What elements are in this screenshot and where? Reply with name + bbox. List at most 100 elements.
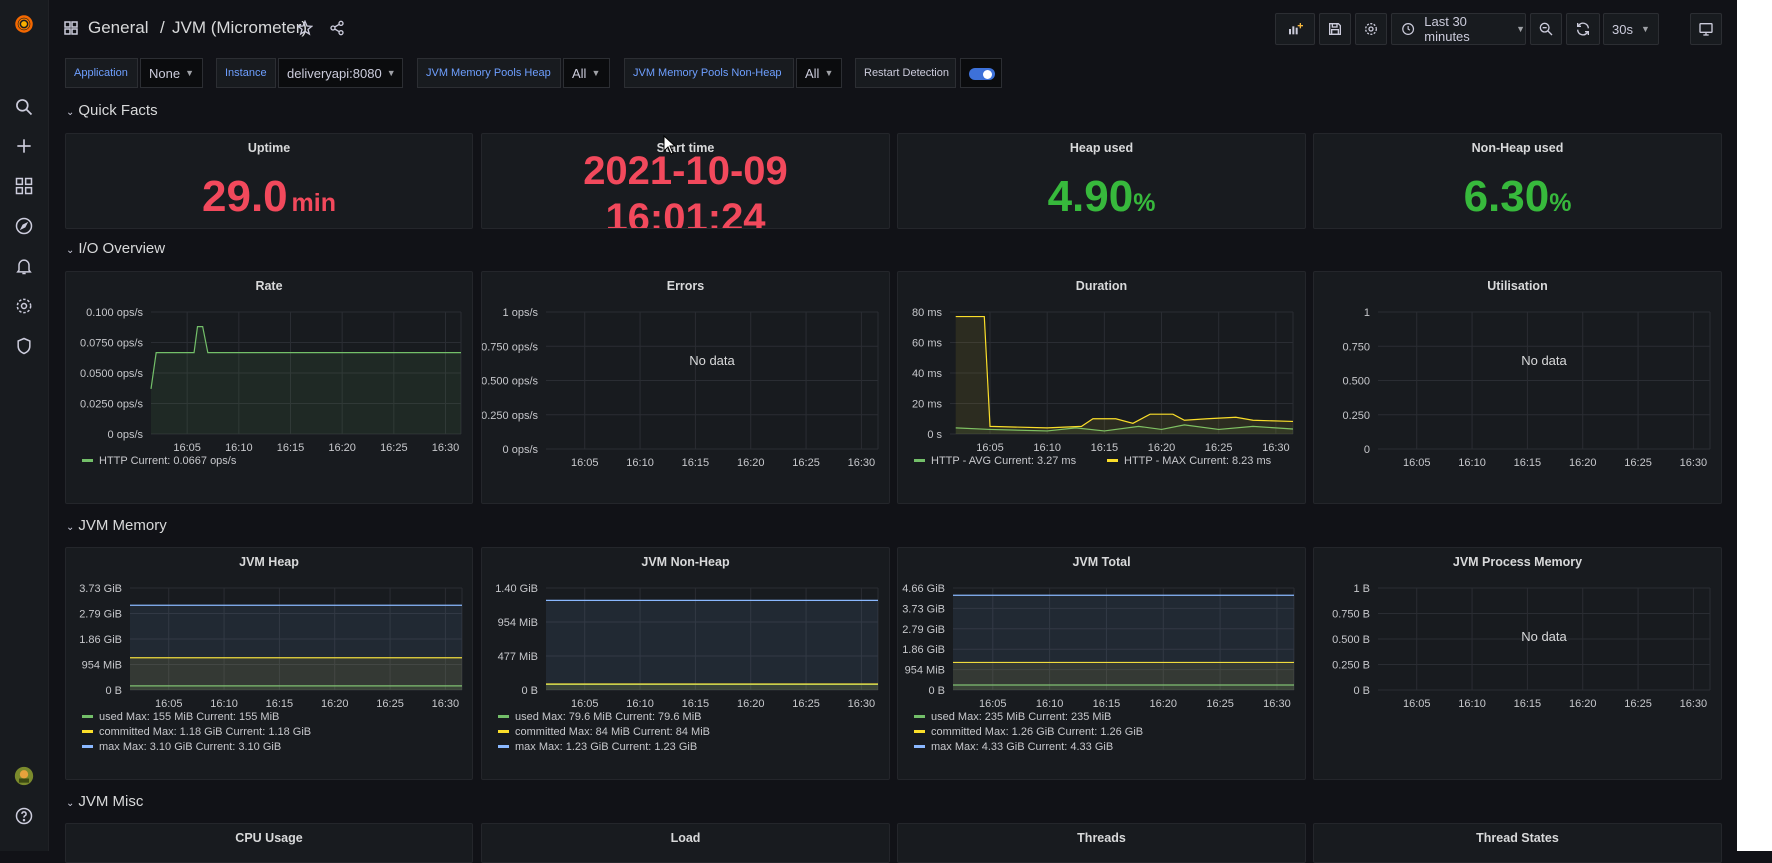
- row-title-text: I/O Overview: [78, 240, 166, 257]
- y-tick-label: 1.86 GiB: [79, 634, 122, 646]
- row-title-text: JVM Memory: [78, 517, 167, 534]
- legend-entry: max Max: 3.10 GiB Current: 3.10 GiB: [99, 741, 281, 753]
- x-tick-label: 16:25: [792, 698, 820, 710]
- panel-duration[interactable]: Duration 0 s 20 ms 40 ms 60 ms 80 ms 16:05 16:…: [897, 271, 1306, 504]
- explore-compass-icon[interactable]: [8, 210, 40, 242]
- variable-select-memory-pools-heap[interactable]: All ▼: [563, 58, 610, 88]
- x-tick-label: 16:15: [266, 698, 294, 710]
- star-icon[interactable]: [296, 19, 314, 39]
- dashboard-settings-button[interactable]: [1355, 13, 1387, 45]
- panel-thread-states[interactable]: Thread States: [1313, 823, 1722, 863]
- variable-label-instance: Instance: [216, 58, 276, 88]
- create-plus-icon[interactable]: [8, 130, 40, 162]
- x-tick-label: 16:05: [571, 698, 599, 710]
- grafana-app: General / JVM (Micrometer) Last 30 minut…: [0, 0, 1737, 863]
- user-avatar[interactable]: [8, 760, 40, 792]
- start-clock: 16:01:24: [605, 196, 766, 229]
- variable-value-memory-pools-nonheap: All: [805, 65, 820, 81]
- panel-jvm-heap[interactable]: JVM Heap 0 B 954 MiB 1.86 GiB 2.79 GiB 3.73 …: [65, 547, 473, 780]
- x-tick-label: 16:25: [1624, 457, 1652, 469]
- save-dashboard-button[interactable]: [1319, 13, 1351, 45]
- panel-jvm-nonheap[interactable]: JVM Non-Heap 0 B 477 MiB 954 MiB 1.40 GiB 16…: [481, 547, 890, 780]
- nonheap-used-unit: %: [1549, 189, 1572, 217]
- y-tick-label: 954 MiB: [905, 665, 945, 677]
- configuration-gear-icon[interactable]: [8, 290, 40, 322]
- series-area-max: [130, 605, 462, 690]
- panel-jvm-total[interactable]: JVM Total 0 B 954 MiB 1.86 GiB 2.79 GiB 3.73…: [897, 547, 1306, 780]
- variable-label-application: Application: [65, 58, 138, 88]
- panel-utilisation[interactable]: Utilisation 0 0.250 0.500 0.750 1 16:05 16:10 1…: [1313, 271, 1722, 504]
- y-tick-label: 0.500 B: [1332, 634, 1370, 646]
- alerting-bell-icon[interactable]: [8, 250, 40, 282]
- x-tick-label: 16:15: [277, 442, 305, 454]
- panel-title: Uptime: [247, 141, 291, 155]
- row-title-text: Quick Facts: [78, 102, 158, 119]
- add-panel-button[interactable]: [1275, 13, 1315, 45]
- y-tick-label: 0.750 B: [1332, 609, 1370, 621]
- grafana-logo-icon[interactable]: [8, 8, 40, 40]
- no-data-label: No data: [1521, 629, 1567, 644]
- dashboard-title[interactable]: JVM (Micrometer): [172, 18, 307, 38]
- rate-chart: 0 ops/s 0.0250 ops/s 0.0500 ops/s 0.0750 op…: [80, 307, 462, 467]
- x-tick-label: 16:25: [380, 442, 408, 454]
- series-area-max: [953, 595, 1294, 690]
- refresh-interval-picker[interactable]: 30s ▼: [1603, 13, 1659, 45]
- breadcrumb-folder[interactable]: General: [88, 18, 148, 38]
- variable-select-instance[interactable]: deliveryapi:8080 ▼: [278, 58, 403, 88]
- server-admin-shield-icon[interactable]: [8, 330, 40, 362]
- panel-errors[interactable]: Errors 0 ops/s 0.250 ops/s 0.500 ops/s 0.75…: [481, 271, 890, 504]
- legend-swatch: [914, 745, 925, 748]
- refresh-button[interactable]: [1566, 13, 1600, 45]
- search-icon[interactable]: [8, 91, 40, 123]
- variable-select-application[interactable]: None ▼: [140, 58, 203, 88]
- chevron-down-icon: ▼: [185, 68, 194, 78]
- uptime-value: 29.0: [202, 172, 288, 221]
- y-tick-label: 0 B: [521, 685, 538, 697]
- panel-title: Thread States: [1476, 831, 1559, 845]
- time-range-label: Last 30 minutes: [1424, 14, 1470, 44]
- dashboards-icon[interactable]: [8, 170, 40, 202]
- x-tick-label: 16:30: [432, 698, 460, 710]
- x-tick-label: 16:10: [1458, 457, 1486, 469]
- legend-entry: used Max: 235 MiB Current: 235 MiB: [931, 711, 1111, 723]
- panel-title: CPU Usage: [235, 831, 303, 845]
- x-tick-label: 16:25: [792, 457, 820, 469]
- x-tick-label: 16:10: [1033, 442, 1061, 454]
- x-tick-label: 16:30: [848, 698, 876, 710]
- row-jvm-misc[interactable]: ⌄ JVM Misc: [66, 793, 143, 810]
- legend-entry: HTTP - AVG Current: 3.27 ms: [931, 455, 1077, 467]
- stat-panel-start-time[interactable]: Start time 2021-10-09 16:01:24: [481, 133, 890, 229]
- panel-rate[interactable]: Rate 0 ops/s 0.0250 ops/s 0.0500 ops/s 0.07…: [65, 271, 473, 504]
- chevron-down-icon: ⌄: [66, 245, 75, 256]
- jvm-nonheap-chart: 0 B 477 MiB 954 MiB 1.40 GiB 16:05 16:10 16:15…: [495, 583, 879, 753]
- stat-panel-uptime[interactable]: Uptime 29.0 min: [65, 133, 473, 229]
- heap-used-value: 4.90: [1047, 172, 1134, 221]
- legend-swatch: [1107, 459, 1118, 462]
- row-io-overview[interactable]: ⌄ I/O Overview: [66, 240, 165, 257]
- row-title-text: JVM Misc: [78, 793, 144, 810]
- x-tick-label: 16:25: [376, 698, 404, 710]
- panel-load[interactable]: Load: [481, 823, 890, 863]
- variable-select-memory-pools-nonheap[interactable]: All ▼: [796, 58, 842, 88]
- tv-mode-button[interactable]: [1690, 13, 1722, 45]
- y-tick-label: 477 MiB: [498, 651, 538, 663]
- restart-detection-toggle[interactable]: [960, 58, 1002, 88]
- panel-threads[interactable]: Threads: [897, 823, 1306, 863]
- panel-cpu-usage[interactable]: CPU Usage: [65, 823, 473, 863]
- stat-panel-heap-used[interactable]: Heap used 4.90%: [897, 133, 1306, 229]
- help-icon[interactable]: [8, 800, 40, 832]
- x-tick-label: 16:30: [1262, 442, 1290, 454]
- x-tick-label: 16:15: [1093, 698, 1121, 710]
- row-quick-facts[interactable]: ⌄ Quick Facts: [66, 102, 158, 119]
- share-icon[interactable]: [329, 20, 345, 39]
- x-tick-label: 16:15: [682, 457, 710, 469]
- zoom-out-button[interactable]: [1530, 13, 1562, 45]
- row-jvm-memory[interactable]: ⌄ JVM Memory: [66, 517, 167, 534]
- panel-jvm-process-memory[interactable]: JVM Process Memory 0 B 0.250 B 0.500 B 0.75…: [1313, 547, 1722, 780]
- x-tick-label: 16:25: [1205, 442, 1233, 454]
- x-tick-label: 16:05: [976, 442, 1004, 454]
- legend-entry: HTTP - MAX Current: 8.23 ms: [1124, 455, 1272, 467]
- stat-panel-nonheap-used[interactable]: Non-Heap used 6.30%: [1313, 133, 1722, 229]
- time-range-picker[interactable]: Last 30 minutes ▼: [1391, 13, 1526, 45]
- y-tick-label: 0 B: [105, 685, 122, 697]
